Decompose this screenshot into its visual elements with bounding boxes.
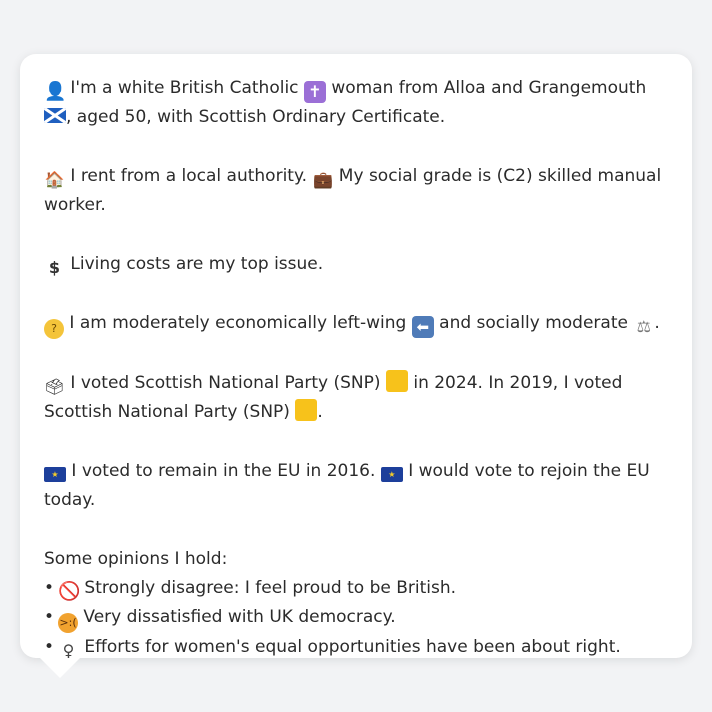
ideology-paragraph: ? I am moderately economically left-wing… (44, 309, 668, 339)
votes-text-c: . (317, 402, 323, 422)
housing-paragraph: 🏠 I rent from a local authority. 💼 My so… (44, 162, 668, 220)
latin-cross-icon: ✝ (303, 81, 326, 103)
opinion-text: Strongly disagree: I feel proud to be Br… (79, 578, 457, 598)
bullet: • (44, 578, 55, 598)
opinions-section: Some opinions I hold: • 🚫 Strongly disagr… (44, 545, 668, 662)
ideology-text-c: . (654, 313, 660, 333)
opinions-title: Some opinions I hold: (44, 549, 228, 569)
briefcase-icon: 💼 (312, 170, 333, 189)
house-icon: 🏠 (44, 170, 65, 189)
intro-paragraph: 👤 I'm a white British Catholic ✝ woman f… (44, 74, 668, 132)
opinion-text: Very dissatisfied with UK democracy. (78, 607, 396, 627)
ballot-box-icon: 🗳 (44, 377, 65, 396)
issue-paragraph: $ Living costs are my top issue. (44, 250, 668, 279)
prohibited-icon: 🚫 (58, 581, 81, 602)
eu-flag-icon: ★ (44, 467, 66, 482)
intro-text-c: , aged 50, with Scottish Ordinary Certif… (66, 107, 446, 127)
ideology-text-a: I am moderately economically left-wing (64, 313, 412, 333)
angry-face-icon: >:( (58, 613, 78, 633)
opinion-text: Efforts for women's equal opportunities … (79, 637, 621, 657)
votes-paragraph: 🗳 I voted Scottish National Party (SNP) … (44, 369, 668, 427)
list-item: • ♀ Efforts for women's equal opportuniti… (44, 633, 668, 662)
intro-text-a: I'm a white British Catholic (65, 78, 304, 98)
message-card: 👤 I'm a white British Catholic ✝ woman f… (20, 54, 692, 660)
scotland-flag-icon (44, 108, 66, 123)
eu-paragraph: ★ I voted to remain in the EU in 2016. ★… (44, 457, 668, 515)
housing-text-a: I rent from a local authority. (65, 166, 313, 186)
speech-bubble-tail (40, 658, 80, 678)
left-arrow-icon: ⬅ (411, 316, 434, 338)
bust-in-silhouette-icon: 👤 (44, 81, 67, 102)
eu-flag-icon: ★ (380, 467, 403, 482)
eu-text-a: I voted to remain in the EU in 2016. (66, 461, 381, 481)
yellow-square-icon (295, 399, 318, 421)
balance-scale-icon: ⚖ (636, 317, 652, 336)
yellow-square-icon (385, 370, 408, 392)
intro-text-b: woman from Alloa and Grangemouth (325, 78, 647, 98)
bullet: • (44, 607, 55, 627)
dollar-icon: $ (48, 258, 61, 277)
ideology-text-b: and socially moderate (433, 313, 634, 333)
list-item: • >:( Very dissatisfied with UK democracy… (44, 603, 668, 633)
list-item: • 🚫 Strongly disagree: I feel proud to be… (44, 574, 668, 603)
votes-text-a: I voted Scottish National Party (SNP) (65, 373, 386, 393)
issue-text: Living costs are my top issue. (65, 254, 324, 274)
opinions-list: • 🚫 Strongly disagree: I feel proud to be… (44, 574, 668, 662)
thinking-face-icon: ? (44, 319, 64, 339)
